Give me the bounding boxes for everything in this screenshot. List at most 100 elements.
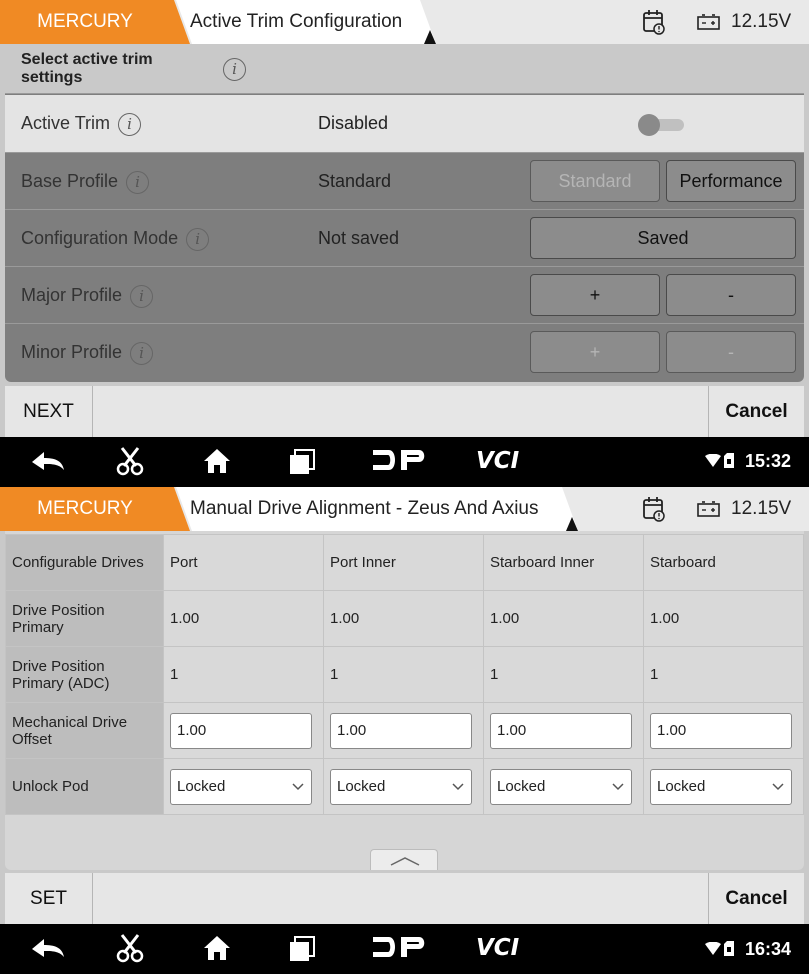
battery-icon (697, 14, 721, 35)
offset-input-port-inner[interactable]: 1.00 (330, 712, 472, 749)
chevron-down-icon (292, 782, 304, 790)
table-cell: 1 (643, 646, 804, 703)
select-value: Locked (497, 777, 546, 795)
calendar-alert-icon[interactable] (642, 8, 666, 41)
scissors-icon[interactable] (116, 933, 144, 968)
unlock-pod-select-port[interactable]: Locked (170, 768, 312, 805)
row-label: Major Profile (21, 285, 123, 305)
table-header-row: Configurable Drives Port Port Inner Star… (5, 534, 804, 591)
table-cell: 1 (323, 646, 484, 703)
drive-alignment-screen: MERCURY Manual Drive Alignment - Zeus An… (0, 487, 809, 974)
table-cell: Locked (643, 758, 804, 815)
sim-icon (724, 941, 734, 961)
minor-minus-button[interactable]: - (666, 331, 796, 373)
info-icon[interactable]: i (223, 58, 246, 81)
table-cell: 1.00 (483, 702, 644, 759)
dp-logo (371, 935, 425, 964)
home-icon[interactable] (203, 448, 231, 479)
home-icon[interactable] (203, 935, 231, 966)
title-tab: Manual Drive Alignment - Zeus And Axius (176, 487, 578, 531)
app-header: MERCURY Active Trim Configuration 12.15V (0, 0, 809, 44)
unlock-pod-select-starboard-inner[interactable]: Locked (490, 768, 632, 805)
sim-icon (724, 453, 734, 473)
chevron-down-icon (772, 782, 784, 790)
major-minus-button[interactable]: - (666, 274, 796, 316)
settings-panel: Select active trim settings i Active Tri… (5, 44, 804, 382)
section-header: Select active trim settings i (5, 44, 804, 94)
column-header: Port (163, 534, 324, 591)
major-plus-button[interactable]: + (530, 274, 660, 316)
column-header: Starboard Inner (483, 534, 644, 591)
offset-input-starboard-inner[interactable]: 1.00 (490, 712, 632, 749)
scroll-up-button[interactable] (370, 849, 438, 870)
row-label-wrap: Minor Profile i (21, 324, 154, 380)
column-header: Port Inner (323, 534, 484, 591)
info-icon[interactable]: i (118, 112, 142, 136)
brand-tab[interactable]: MERCURY (0, 0, 190, 44)
row-label: Mechanical Drive Offset (5, 702, 164, 759)
table-row: Unlock Pod Locked Locked Locked Locked (5, 758, 804, 815)
title-tab: Active Trim Configuration (176, 0, 436, 44)
cancel-button[interactable]: Cancel (708, 873, 804, 925)
unlock-pod-select-port-inner[interactable]: Locked (330, 768, 472, 805)
calendar-alert-icon[interactable] (642, 495, 666, 528)
clock: 15:32 (744, 451, 791, 471)
table-cell: 1.00 (483, 590, 644, 647)
active-trim-screen: MERCURY Active Trim Configuration 12.15V… (0, 0, 809, 485)
row-minor-profile: Minor Profile i + - (5, 324, 804, 381)
set-button[interactable]: SET (5, 873, 93, 925)
table-cell: 1.00 (643, 702, 804, 759)
offset-input-starboard[interactable]: 1.00 (650, 712, 792, 749)
section-title: Select active trim settings (21, 51, 153, 86)
brand-label: MERCURY (37, 498, 133, 519)
voltage-readout: 12.15V (731, 498, 792, 519)
dp-logo (371, 448, 425, 477)
info-icon[interactable]: i (126, 170, 150, 194)
select-value: Locked (177, 777, 226, 795)
back-icon[interactable] (30, 937, 66, 964)
table-cell: Locked (323, 758, 484, 815)
column-header: Configurable Drives (5, 534, 164, 591)
clock: 16:34 (744, 939, 791, 959)
saved-button[interactable]: Saved (530, 217, 796, 259)
row-label: Drive Position Primary (ADC) (5, 646, 164, 703)
minor-plus-button[interactable]: + (530, 331, 660, 373)
offset-input-port[interactable]: 1.00 (170, 712, 312, 749)
table-cell: 1 (483, 646, 644, 703)
active-trim-toggle[interactable] (638, 114, 686, 136)
performance-button[interactable]: Performance (666, 160, 796, 202)
standard-button[interactable]: Standard (530, 160, 660, 202)
row-label-wrap: Active Trim i (21, 95, 142, 151)
select-value: Locked (657, 777, 706, 795)
row-value: Disabled (318, 113, 389, 133)
recent-apps-icon[interactable] (289, 449, 315, 480)
select-value: Locked (337, 777, 386, 795)
table-cell: 1 (163, 646, 324, 703)
row-value: Standard (318, 171, 392, 191)
row-label: Active Trim (21, 113, 111, 133)
info-icon[interactable]: i (130, 341, 154, 365)
next-button[interactable]: NEXT (5, 386, 93, 438)
page-title: Active Trim Configuration (190, 11, 403, 32)
chevron-up-icon (390, 857, 420, 866)
vci-logo: VCI (474, 447, 530, 478)
table-cell: 1.00 (323, 590, 484, 647)
drive-table: Configurable Drives Port Port Inner Star… (5, 534, 804, 815)
unlock-pod-select-starboard[interactable]: Locked (650, 768, 792, 805)
recent-apps-icon[interactable] (289, 936, 315, 967)
info-icon[interactable]: i (130, 284, 154, 308)
scissors-icon[interactable] (116, 446, 144, 481)
vci-logo: VCI (474, 934, 530, 965)
brand-label: MERCURY (37, 11, 133, 32)
cancel-button[interactable]: Cancel (708, 386, 804, 438)
chevron-down-icon (612, 782, 624, 790)
row-label: Configuration Mode (21, 228, 179, 248)
info-icon[interactable]: i (186, 227, 210, 251)
table-row: Drive Position Primary (ADC) 1 1 1 1 (5, 646, 804, 703)
voltage-readout: 12.15V (731, 11, 792, 32)
row-label-wrap: Configuration Mode i (21, 210, 210, 266)
brand-tab[interactable]: MERCURY (0, 487, 190, 531)
system-nav-bar: VCI 15:32 (0, 437, 809, 485)
back-icon[interactable] (30, 450, 66, 477)
row-configuration-mode: Configuration Mode i Not saved Saved (5, 210, 804, 267)
